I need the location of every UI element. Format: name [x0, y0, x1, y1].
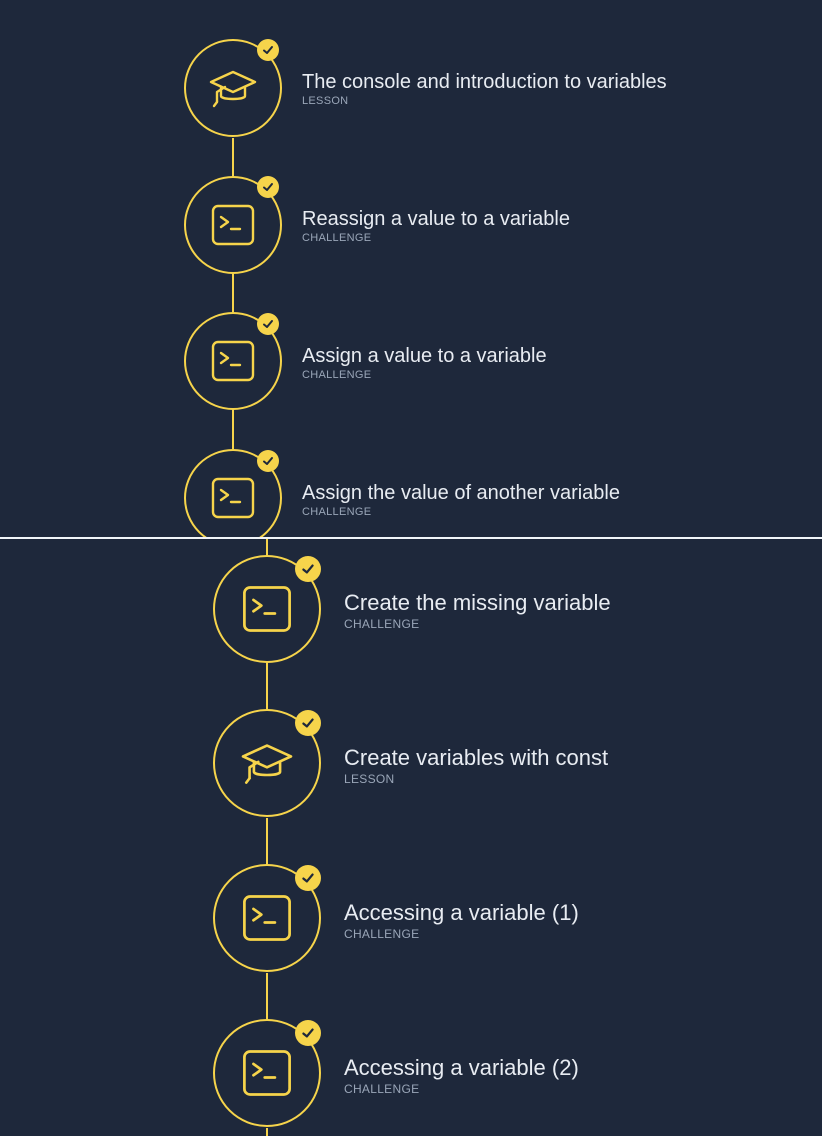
step-text[interactable]: Assign a value to a variable CHALLENGE	[302, 344, 547, 382]
terminal-icon	[211, 477, 255, 519]
graduation-cap-icon	[209, 70, 257, 108]
top-step-list: The console and introduction to variable…	[0, 0, 822, 537]
terminal-icon	[243, 895, 291, 941]
step-title: Assign the value of another variable	[302, 482, 620, 504]
step-type-label: LESSON	[302, 95, 349, 107]
graduation-cap-icon	[241, 744, 293, 784]
bottom-step-list: Create the missing variable CHALLENGE Cr…	[0, 539, 822, 1136]
step-title: The console and introduction to variable…	[302, 71, 667, 93]
step-text[interactable]: Assign the value of another variable CHA…	[302, 481, 620, 519]
completed-check-icon	[295, 865, 321, 891]
step-connector	[266, 973, 268, 1019]
step-title: Accessing a variable (2)	[344, 1055, 579, 1080]
step-type-label: CHALLENGE	[302, 232, 372, 244]
terminal-icon	[243, 1050, 291, 1096]
step-type-label: CHALLENGE	[344, 617, 420, 631]
step-type-label: CHALLENGE	[344, 927, 420, 941]
terminal-icon	[211, 204, 255, 246]
step-connector	[266, 818, 268, 864]
step-text[interactable]: Accessing a variable (1) CHALLENGE	[344, 900, 579, 942]
step-type-label: CHALLENGE	[344, 1082, 420, 1096]
step-title: Accessing a variable (1)	[344, 900, 579, 925]
step-text[interactable]: Create variables with const LESSON	[344, 745, 608, 787]
step-text[interactable]: The console and introduction to variable…	[302, 70, 667, 108]
step-text[interactable]: Create the missing variable CHALLENGE	[344, 590, 611, 632]
completed-check-icon	[295, 1020, 321, 1046]
step-type-label: CHALLENGE	[302, 506, 372, 518]
completed-check-icon	[257, 313, 279, 335]
completed-check-icon	[257, 176, 279, 198]
step-connector	[266, 663, 268, 709]
step-type-label: CHALLENGE	[302, 369, 372, 381]
step-connector	[266, 1128, 268, 1136]
terminal-icon	[243, 586, 291, 632]
step-title: Create variables with const	[344, 745, 609, 770]
completed-check-icon	[295, 556, 321, 582]
step-title: Assign a value to a variable	[302, 345, 547, 367]
step-text[interactable]: Reassign a value to a variable CHALLENGE	[302, 207, 570, 245]
terminal-icon	[211, 340, 255, 382]
completed-check-icon	[295, 710, 321, 736]
step-type-label: LESSON	[344, 772, 395, 786]
step-title: Reassign a value to a variable	[302, 208, 570, 230]
step-connector	[232, 274, 234, 312]
completed-check-icon	[257, 450, 279, 472]
step-connector	[266, 539, 268, 555]
step-text[interactable]: Accessing a variable (2) CHALLENGE	[344, 1055, 579, 1097]
step-connector	[232, 138, 234, 176]
step-title: Create the missing variable	[344, 590, 611, 615]
step-connector	[232, 410, 234, 449]
completed-check-icon	[257, 39, 279, 61]
